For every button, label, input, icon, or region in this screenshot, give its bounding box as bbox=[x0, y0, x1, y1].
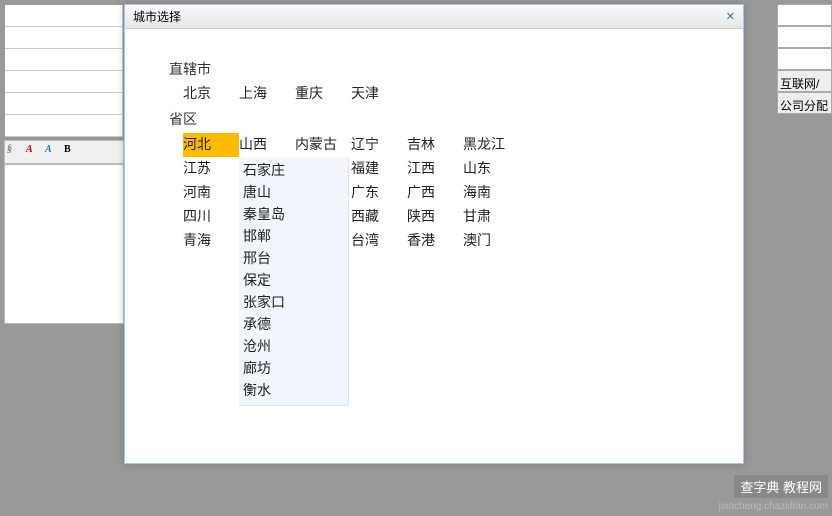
bg-row bbox=[777, 26, 832, 48]
province-河南[interactable]: 河南 bbox=[183, 181, 239, 205]
city-张家口[interactable]: 张家口 bbox=[243, 291, 344, 313]
city-邢台[interactable]: 邢台 bbox=[243, 247, 344, 269]
bg-row bbox=[777, 4, 832, 26]
province-辽宁[interactable]: 辽宁 bbox=[351, 133, 407, 157]
font-icon-blue: A bbox=[45, 144, 61, 160]
modal-header: 城市选择 ✕ bbox=[125, 5, 743, 29]
province-甘肃[interactable]: 甘肃 bbox=[463, 205, 519, 229]
province-台湾[interactable]: 台湾 bbox=[351, 229, 407, 253]
province-黑龙江[interactable]: 黑龙江 bbox=[463, 133, 519, 157]
city-廊坊[interactable]: 廊坊 bbox=[243, 357, 344, 379]
province-山西[interactable]: 山西 bbox=[239, 133, 295, 157]
province-内蒙古[interactable]: 内蒙古 bbox=[295, 133, 351, 157]
municipality-label: 直辖市 bbox=[169, 59, 699, 79]
bg-left-table bbox=[4, 4, 124, 138]
city-沧州[interactable]: 沧州 bbox=[243, 335, 344, 357]
city-邯郸[interactable]: 邯郸 bbox=[243, 225, 344, 247]
city-承德[interactable]: 承德 bbox=[243, 313, 344, 335]
province-吉林[interactable]: 吉林 bbox=[407, 133, 463, 157]
editor-area bbox=[4, 164, 124, 324]
font-icon: A bbox=[26, 144, 42, 160]
modal-body: 直辖市 北京 上海 重庆 天津 省区 河北山西内蒙古辽宁吉林黑龙江江苏 福建江西山… bbox=[125, 29, 743, 269]
watermark-url: jiaocheng.chazidian.com bbox=[718, 501, 828, 512]
province-青海[interactable]: 青海 bbox=[183, 229, 239, 253]
province-广西[interactable]: 广西 bbox=[407, 181, 463, 205]
city-chongqing[interactable]: 重庆 bbox=[295, 83, 351, 103]
province-山东[interactable]: 山东 bbox=[463, 157, 519, 181]
province-澳门[interactable]: 澳门 bbox=[463, 229, 519, 253]
watermark-text: 查字典 教程网 bbox=[734, 475, 828, 498]
province-江西[interactable]: 江西 bbox=[407, 157, 463, 181]
editor-toolbar: § A A B bbox=[4, 140, 124, 164]
bg-row: 互联网/ bbox=[777, 70, 832, 92]
city-衡水[interactable]: 衡水 bbox=[243, 379, 344, 401]
city-tianjin[interactable]: 天津 bbox=[351, 83, 407, 103]
bold-icon: B bbox=[64, 144, 80, 160]
province-西藏[interactable]: 西藏 bbox=[351, 205, 407, 229]
modal-title: 城市选择 bbox=[133, 8, 181, 25]
city-select-modal: 城市选择 ✕ 直辖市 北京 上海 重庆 天津 省区 河北山西内蒙古辽宁吉林黑龙江… bbox=[124, 4, 744, 464]
city-石家庄[interactable]: 石家庄 bbox=[243, 159, 344, 181]
tool-icon: § bbox=[7, 144, 23, 160]
city-唐山[interactable]: 唐山 bbox=[243, 181, 344, 203]
watermark: 查字典 教程网 jiaocheng.chazidian.com bbox=[718, 475, 828, 512]
province-广东[interactable]: 广东 bbox=[351, 181, 407, 205]
city-保定[interactable]: 保定 bbox=[243, 269, 344, 291]
bg-row: 公司分配 bbox=[777, 92, 832, 114]
bg-row bbox=[777, 48, 832, 70]
province-area: 河北山西内蒙古辽宁吉林黑龙江江苏 福建江西山东河南 广东广西海南四川 西藏陕西甘肃青海… bbox=[169, 133, 699, 253]
close-icon[interactable]: ✕ bbox=[726, 10, 735, 23]
province-福建[interactable]: 福建 bbox=[351, 157, 407, 181]
province-label: 省区 bbox=[169, 109, 699, 129]
province-四川[interactable]: 四川 bbox=[183, 205, 239, 229]
province-香港[interactable]: 香港 bbox=[407, 229, 463, 253]
city-beijing[interactable]: 北京 bbox=[183, 83, 239, 103]
province-陕西[interactable]: 陕西 bbox=[407, 205, 463, 229]
city-submenu: 石家庄唐山秦皇岛邯郸邢台保定张家口承德沧州廊坊衡水 bbox=[239, 157, 349, 406]
province-江苏[interactable]: 江苏 bbox=[183, 157, 239, 181]
bg-right-table: 互联网/ 公司分配 bbox=[777, 4, 832, 114]
province-河北[interactable]: 河北 bbox=[183, 133, 239, 157]
city-秦皇岛[interactable]: 秦皇岛 bbox=[243, 203, 344, 225]
municipality-row: 北京 上海 重庆 天津 bbox=[183, 83, 699, 103]
city-shanghai[interactable]: 上海 bbox=[239, 83, 295, 103]
province-海南[interactable]: 海南 bbox=[463, 181, 519, 205]
